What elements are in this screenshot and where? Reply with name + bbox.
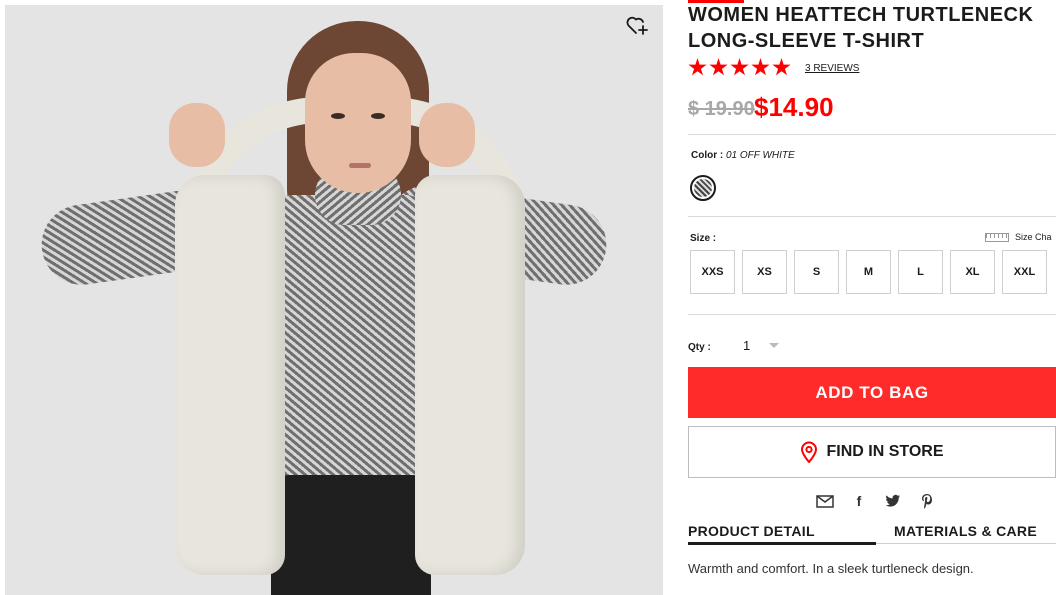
size-option-xs[interactable]: XS bbox=[742, 250, 787, 294]
size-option-xxl[interactable]: XXL bbox=[1002, 250, 1047, 294]
model-hand bbox=[169, 103, 225, 167]
location-pin-icon bbox=[801, 441, 818, 463]
product-title-line1: WOMEN HEATTECH TURTLENECK bbox=[688, 4, 1034, 26]
star-icon bbox=[772, 58, 791, 76]
qty-select[interactable]: 1 bbox=[743, 338, 750, 353]
star-icon bbox=[709, 58, 728, 76]
size-chart-label: Size Cha bbox=[1015, 232, 1052, 242]
model-hand bbox=[419, 103, 475, 167]
size-option-s[interactable]: S bbox=[794, 250, 839, 294]
twitter-icon[interactable] bbox=[883, 491, 903, 511]
size-option-xl[interactable]: XL bbox=[950, 250, 995, 294]
color-swatch[interactable] bbox=[690, 175, 716, 201]
star-icon bbox=[688, 58, 707, 76]
size-option-xxs[interactable]: XXS bbox=[690, 250, 735, 294]
share-icons: f bbox=[815, 491, 937, 511]
star-icon bbox=[751, 58, 770, 76]
ruler-icon bbox=[985, 232, 1009, 242]
product-description: Warmth and comfort. In a sleek turtlenec… bbox=[688, 561, 974, 576]
size-option-l[interactable]: L bbox=[898, 250, 943, 294]
model-pants bbox=[271, 475, 431, 595]
model-mouth bbox=[349, 163, 371, 168]
reviews-link[interactable]: 3 REVIEWS bbox=[805, 63, 859, 74]
swatch-pattern bbox=[694, 179, 712, 197]
size-options: XXS XS S M L XL XXL bbox=[690, 250, 1047, 294]
model-face bbox=[305, 53, 411, 193]
color-label-text: Color : bbox=[691, 150, 724, 161]
chevron-down-icon[interactable] bbox=[769, 343, 779, 348]
color-value: 01 OFF WHITE bbox=[726, 150, 795, 161]
sale-price: $14.90 bbox=[754, 92, 834, 122]
find-in-store-button[interactable]: FIND IN STORE bbox=[688, 426, 1056, 478]
pinterest-icon[interactable] bbox=[917, 491, 937, 511]
model-eye bbox=[331, 113, 345, 119]
add-to-bag-button[interactable]: ADD TO BAG bbox=[688, 367, 1056, 418]
find-in-store-label: FIND IN STORE bbox=[826, 443, 944, 460]
product-image bbox=[5, 5, 663, 595]
tab-active-indicator bbox=[688, 542, 876, 545]
divider bbox=[688, 314, 1056, 315]
star-icon bbox=[730, 58, 749, 76]
color-label: Color : 01 OFF WHITE bbox=[691, 150, 795, 161]
size-chart-link[interactable]: Size Cha bbox=[985, 232, 1052, 242]
facebook-icon[interactable]: f bbox=[849, 491, 869, 511]
divider bbox=[688, 216, 1056, 217]
vest-left-panel bbox=[175, 175, 285, 575]
original-price: $ 19.90 bbox=[688, 98, 755, 120]
qty-label: Qty : bbox=[688, 342, 711, 353]
vest-right-panel bbox=[415, 175, 525, 575]
rating-stars bbox=[688, 58, 791, 77]
email-icon[interactable] bbox=[815, 491, 835, 511]
size-label: Size : bbox=[690, 233, 717, 244]
model-eye bbox=[371, 113, 385, 119]
size-option-m[interactable]: M bbox=[846, 250, 891, 294]
wishlist-add-icon[interactable] bbox=[625, 13, 649, 37]
product-title-line2: LONG-SLEEVE T-SHIRT bbox=[688, 30, 925, 52]
tab-materials-care[interactable]: MATERIALS & CARE bbox=[894, 523, 1037, 539]
divider bbox=[688, 134, 1056, 135]
tab-product-detail[interactable]: PRODUCT DETAIL bbox=[688, 523, 815, 539]
product-title: WOMEN HEATTECH TURTLENECK LONG-SLEEVE T-… bbox=[688, 2, 1048, 54]
